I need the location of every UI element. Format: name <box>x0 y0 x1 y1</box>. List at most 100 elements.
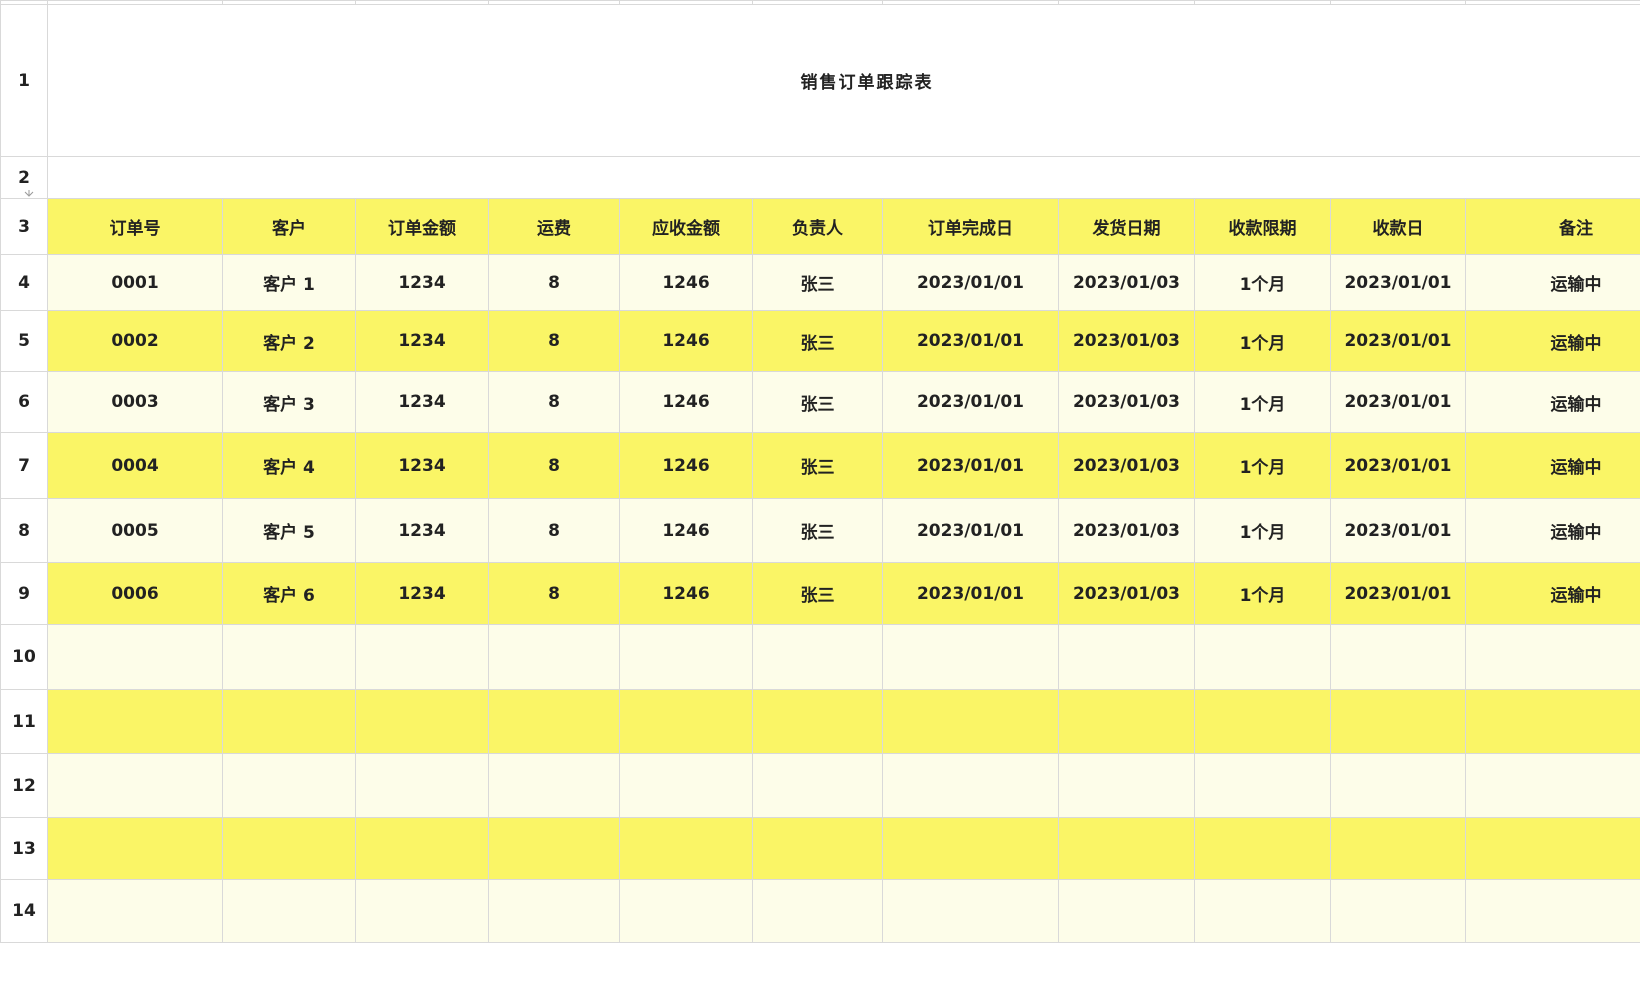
table-cell[interactable]: 0005 <box>47 498 223 563</box>
table-cell[interactable] <box>355 753 489 818</box>
table-cell[interactable]: 客户 2 <box>222 310 356 372</box>
table-cell[interactable] <box>1194 753 1331 818</box>
table-cell[interactable]: 运输中 <box>1465 310 1640 372</box>
table-cell[interactable] <box>1058 879 1195 943</box>
table-cell[interactable]: 客户 5 <box>222 498 356 563</box>
column-header[interactable]: 订单号 <box>47 198 223 255</box>
row-number[interactable]: 10 <box>0 624 48 690</box>
table-cell[interactable]: 0001 <box>47 254 223 311</box>
row-resize-icon[interactable] <box>19 190 39 199</box>
table-cell[interactable] <box>619 879 753 943</box>
table-cell[interactable]: 2023/01/03 <box>1058 498 1195 563</box>
table-cell[interactable] <box>1058 624 1195 690</box>
table-cell[interactable]: 1个月 <box>1194 310 1331 372</box>
table-cell[interactable] <box>1330 689 1466 754</box>
table-cell[interactable]: 2023/01/01 <box>1330 498 1466 563</box>
table-cell[interactable]: 张三 <box>752 432 883 499</box>
column-header[interactable]: 发货日期 <box>1058 198 1195 255</box>
table-cell[interactable] <box>752 689 883 754</box>
table-cell[interactable]: 1个月 <box>1194 254 1331 311</box>
row-number[interactable]: 5 <box>0 310 48 372</box>
column-header[interactable]: 运费 <box>488 198 620 255</box>
table-cell[interactable]: 2023/01/03 <box>1058 432 1195 499</box>
table-cell[interactable]: 1个月 <box>1194 371 1331 433</box>
table-cell[interactable] <box>47 624 223 690</box>
table-cell[interactable] <box>1058 817 1195 880</box>
table-cell[interactable] <box>222 624 356 690</box>
column-header[interactable]: 应收金额 <box>619 198 753 255</box>
table-cell[interactable]: 2023/01/01 <box>1330 432 1466 499</box>
sheet-title[interactable]: 销售订单跟踪表 <box>47 4 1640 157</box>
row-number[interactable]: 8 <box>0 498 48 563</box>
table-cell[interactable]: 张三 <box>752 562 883 625</box>
table-cell[interactable]: 张三 <box>752 254 883 311</box>
table-cell[interactable]: 0003 <box>47 371 223 433</box>
table-cell[interactable] <box>619 817 753 880</box>
table-cell[interactable] <box>488 879 620 943</box>
row-number[interactable]: 1 <box>0 4 48 157</box>
table-cell[interactable]: 1个月 <box>1194 432 1331 499</box>
table-cell[interactable]: 1234 <box>355 310 489 372</box>
table-cell[interactable] <box>752 753 883 818</box>
table-cell[interactable] <box>222 817 356 880</box>
table-cell[interactable] <box>222 879 356 943</box>
row-number[interactable]: 6 <box>0 371 48 433</box>
row-number[interactable]: 3 <box>0 198 48 255</box>
column-header[interactable]: 负责人 <box>752 198 883 255</box>
table-cell[interactable] <box>1194 689 1331 754</box>
table-cell[interactable]: 运输中 <box>1465 254 1640 311</box>
table-cell[interactable]: 1个月 <box>1194 562 1331 625</box>
table-cell[interactable]: 运输中 <box>1465 371 1640 433</box>
table-cell[interactable] <box>1465 624 1640 690</box>
table-cell[interactable]: 2023/01/01 <box>882 562 1059 625</box>
table-cell[interactable]: 1个月 <box>1194 498 1331 563</box>
table-cell[interactable] <box>752 879 883 943</box>
table-cell[interactable]: 1234 <box>355 254 489 311</box>
column-header[interactable]: 订单金额 <box>355 198 489 255</box>
column-header[interactable]: 收款限期 <box>1194 198 1331 255</box>
column-header[interactable]: 收款日 <box>1330 198 1466 255</box>
table-cell[interactable] <box>47 689 223 754</box>
table-cell[interactable] <box>488 624 620 690</box>
table-cell[interactable] <box>1465 753 1640 818</box>
table-cell[interactable] <box>882 753 1059 818</box>
table-cell[interactable] <box>1330 817 1466 880</box>
table-cell[interactable] <box>882 879 1059 943</box>
table-cell[interactable]: 8 <box>488 562 620 625</box>
table-cell[interactable]: 2023/01/01 <box>1330 310 1466 372</box>
table-cell[interactable] <box>47 753 223 818</box>
column-header[interactable]: 备注 <box>1465 198 1640 255</box>
table-cell[interactable]: 0006 <box>47 562 223 625</box>
table-cell[interactable]: 2023/01/03 <box>1058 371 1195 433</box>
table-cell[interactable] <box>619 753 753 818</box>
table-cell[interactable]: 2023/01/03 <box>1058 254 1195 311</box>
spacer-cell[interactable] <box>47 156 1640 199</box>
table-cell[interactable]: 2023/01/03 <box>1058 310 1195 372</box>
table-cell[interactable]: 运输中 <box>1465 498 1640 563</box>
table-cell[interactable]: 1234 <box>355 432 489 499</box>
table-cell[interactable]: 2023/01/01 <box>1330 562 1466 625</box>
table-cell[interactable] <box>488 753 620 818</box>
table-cell[interactable]: 1246 <box>619 498 753 563</box>
table-cell[interactable] <box>1194 624 1331 690</box>
row-number[interactable]: 7 <box>0 432 48 499</box>
table-cell[interactable]: 8 <box>488 310 620 372</box>
table-cell[interactable]: 1234 <box>355 371 489 433</box>
table-cell[interactable]: 客户 3 <box>222 371 356 433</box>
table-cell[interactable]: 客户 6 <box>222 562 356 625</box>
table-cell[interactable]: 运输中 <box>1465 562 1640 625</box>
table-cell[interactable]: 客户 4 <box>222 432 356 499</box>
table-cell[interactable]: 张三 <box>752 371 883 433</box>
table-cell[interactable] <box>355 689 489 754</box>
table-cell[interactable]: 2023/01/01 <box>1330 254 1466 311</box>
table-cell[interactable] <box>619 624 753 690</box>
table-cell[interactable]: 8 <box>488 498 620 563</box>
row-number[interactable]: 9 <box>0 562 48 625</box>
table-cell[interactable]: 张三 <box>752 310 883 372</box>
table-cell[interactable] <box>1465 817 1640 880</box>
row-number[interactable]: 2 <box>0 156 48 199</box>
table-cell[interactable] <box>1465 879 1640 943</box>
table-cell[interactable] <box>47 879 223 943</box>
table-cell[interactable] <box>222 689 356 754</box>
table-cell[interactable]: 1246 <box>619 432 753 499</box>
